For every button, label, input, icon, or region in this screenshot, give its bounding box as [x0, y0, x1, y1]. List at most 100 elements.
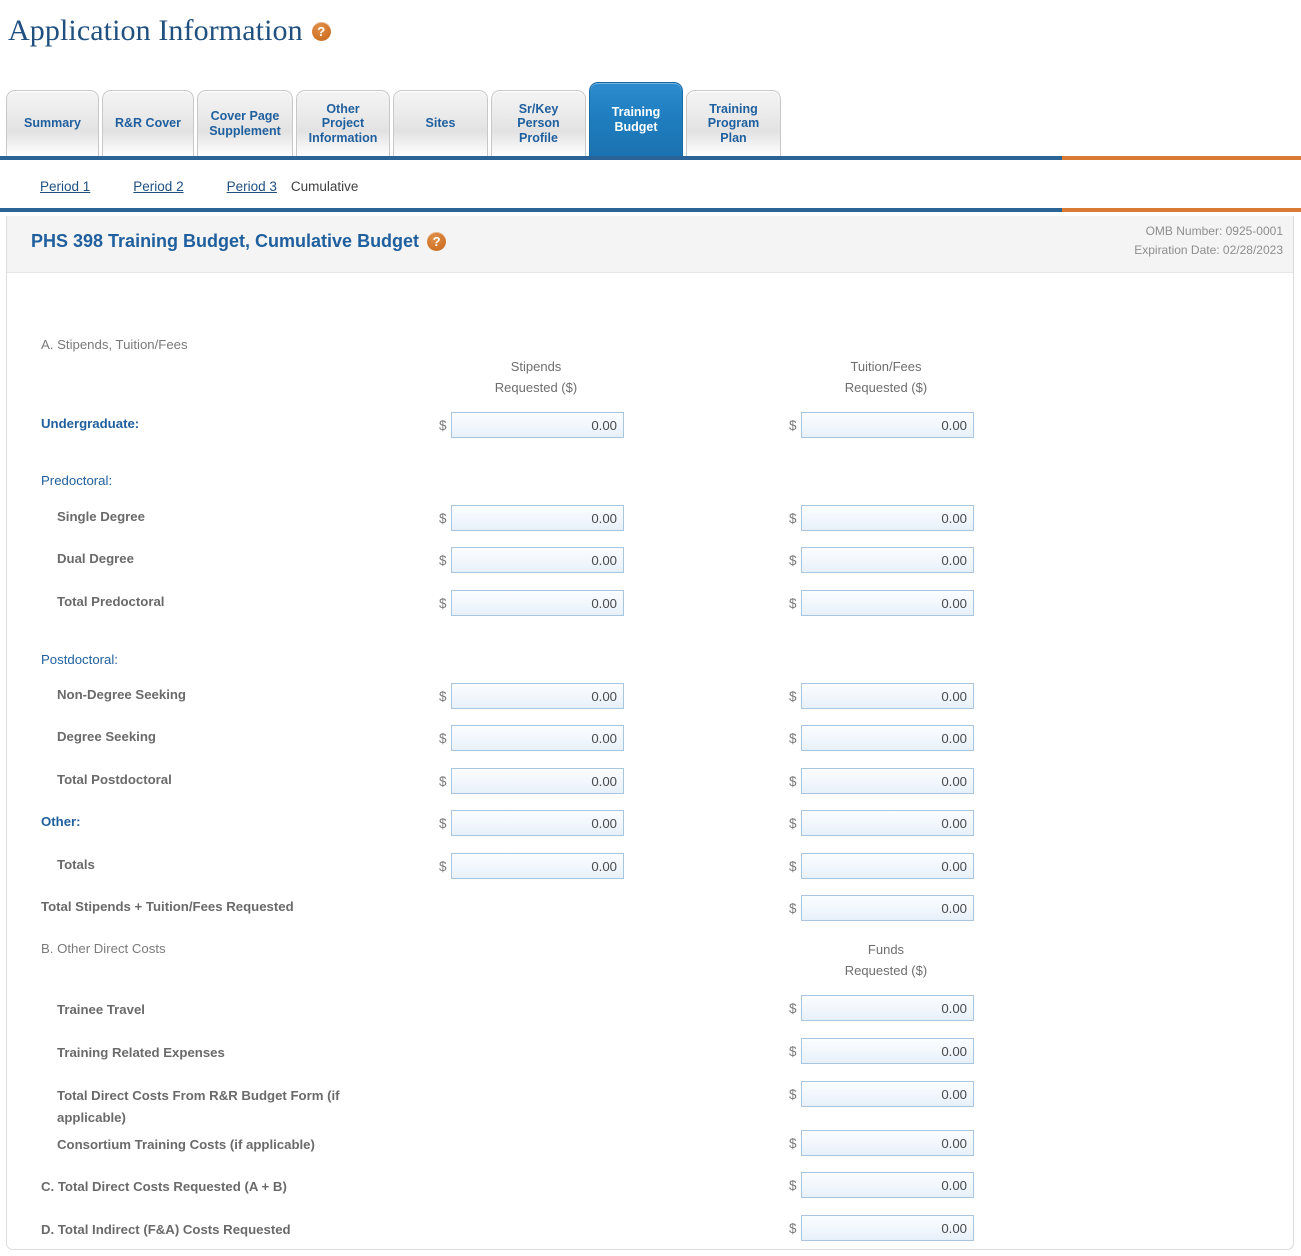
tab-summary[interactable]: Summary [6, 90, 99, 156]
stipends-row-9-field-group: $ [439, 810, 624, 836]
dollar-sign-icon: $ [789, 552, 797, 568]
tab-strip: Summary R&R Cover Cover Page Supplement Oth… [0, 82, 1301, 160]
tuition-row-2-input[interactable] [801, 505, 974, 531]
dollar-sign-icon: $ [789, 1220, 797, 1236]
stipends-row-9-input[interactable] [451, 810, 624, 836]
row-label-b-1: Training Related Expenses [57, 1045, 225, 1060]
stipends-row-6-field-group: $ [439, 683, 624, 709]
period-link-3[interactable]: Period 3 [227, 179, 277, 194]
tab-training-program-plan[interactable]: Training Program Plan [686, 90, 781, 156]
tuition-row-4-field-group: $ [789, 590, 974, 616]
dollar-sign-icon: $ [439, 510, 447, 526]
row-label-b-4: C. Total Direct Costs Requested (A + B) [41, 1179, 287, 1194]
row-label-totals: Totals [57, 857, 95, 872]
tab-training-budget[interactable]: Training Budget [589, 82, 683, 156]
tab-cover-page-supplement[interactable]: Cover Page Supplement [197, 90, 293, 156]
page-title-text: Application Information [8, 14, 303, 47]
omb-info: OMB Number: 0925-0001 Expiration Date: 0… [1134, 222, 1283, 260]
tuition-row-10-input[interactable] [801, 853, 974, 879]
funds-row-0-input[interactable] [801, 995, 974, 1021]
tuition-row-2-field-group: $ [789, 505, 974, 531]
stipends-row-7-field-group: $ [439, 725, 624, 751]
tuition-row-9-field-group: $ [789, 810, 974, 836]
dollar-sign-icon: $ [789, 1000, 797, 1016]
row-label-predoctoral: Predoctoral: [41, 473, 113, 488]
row-label-non-degree-seeking: Non-Degree Seeking [57, 687, 186, 702]
section-b-heading: B. Other Direct Costs [41, 941, 166, 956]
column-header-funds: Funds Requested ($) [844, 942, 928, 978]
stipends-row-3-field-group: $ [439, 547, 624, 573]
tab-label: Sr/Key Person Profile [517, 101, 560, 145]
funds-row-3-field-group: $ [789, 1130, 974, 1156]
tab-other-project-information[interactable]: Other Project Information [296, 90, 390, 156]
tab-label: Summary [24, 116, 81, 131]
column-header-stipends: Stipends Requested ($) [494, 359, 578, 395]
stipends-row-7-input[interactable] [451, 725, 624, 751]
dollar-sign-icon: $ [789, 1177, 797, 1193]
tab-r-r-cover[interactable]: R&R Cover [102, 90, 194, 156]
rule-blue-segment [0, 156, 1062, 160]
tuition-row-0-input[interactable] [801, 412, 974, 438]
funds-row-2-field-group: $ [789, 1081, 974, 1107]
tuition-row-4-input[interactable] [801, 590, 974, 616]
stipends-row-6-input[interactable] [451, 683, 624, 709]
tuition-row-7-field-group: $ [789, 725, 974, 751]
stipends-row-3-input[interactable] [451, 547, 624, 573]
funds-row-5-input[interactable] [801, 1215, 974, 1241]
row-label-b-3: Consortium Training Costs (if applicable… [57, 1137, 315, 1152]
panel-help-circle-icon[interactable]: ? [427, 232, 447, 251]
dollar-sign-icon: $ [789, 730, 797, 746]
dollar-sign-icon: $ [439, 773, 447, 789]
dollar-sign-icon: $ [789, 595, 797, 611]
stipends-row-2-input[interactable] [451, 505, 624, 531]
help-circle-icon[interactable]: ? [311, 21, 331, 41]
stipends-row-8-input[interactable] [451, 768, 624, 794]
period-nav: Period 1 Period 2 Period 3 Cumulative [0, 164, 1301, 208]
omb-expiration-date: Expiration Date: 02/28/2023 [1134, 243, 1283, 257]
dollar-sign-icon: $ [789, 688, 797, 704]
dollar-sign-icon: $ [789, 815, 797, 831]
stipends-row-10-input[interactable] [451, 853, 624, 879]
period-link-2[interactable]: Period 2 [133, 179, 183, 194]
tuition-row-3-input[interactable] [801, 547, 974, 573]
dollar-sign-icon: $ [439, 595, 447, 611]
funds-row-3-input[interactable] [801, 1130, 974, 1156]
rule-orange-segment [1062, 208, 1301, 212]
tuition-row-9-input[interactable] [801, 810, 974, 836]
omb-number: OMB Number: 0925-0001 [1145, 224, 1283, 238]
tuition-row-8-input[interactable] [801, 768, 974, 794]
row-label-other: Other: [41, 814, 81, 829]
row-label-postdoctoral: Postdoctoral: [41, 652, 118, 667]
tuition-row-0-field-group: $ [789, 412, 974, 438]
funds-row-4-field-group: $ [789, 1172, 974, 1198]
tuition-row-6-input[interactable] [801, 683, 974, 709]
budget-panel: PHS 398 Training Budget, Cumulative Budg… [6, 216, 1294, 1250]
dollar-sign-icon: $ [789, 900, 797, 916]
row-label-dual-degree: Dual Degree [57, 551, 134, 566]
stipends-row-4-input[interactable] [451, 590, 624, 616]
tuition-row-3-field-group: $ [789, 547, 974, 573]
funds-row-2-input[interactable] [801, 1081, 974, 1107]
tuition-row-7-input[interactable] [801, 725, 974, 751]
rule-under-period-nav [0, 208, 1301, 212]
funds-row-1-input[interactable] [801, 1038, 974, 1064]
tab-sr-key-person-profile[interactable]: Sr/Key Person Profile [491, 90, 586, 156]
tuition-row-11-input[interactable] [801, 895, 974, 921]
dollar-sign-icon: $ [789, 773, 797, 789]
tab-label: R&R Cover [115, 116, 181, 131]
dollar-sign-icon: $ [789, 1043, 797, 1059]
dollar-sign-icon: $ [789, 417, 797, 433]
row-label-total-stipends-tuition-fees-requested: Total Stipends + Tuition/Fees Requested [41, 899, 294, 914]
stipends-row-0-field-group: $ [439, 412, 624, 438]
stipends-row-0-input[interactable] [451, 412, 624, 438]
dollar-sign-icon: $ [439, 815, 447, 831]
page-title: Application Information ? [8, 14, 331, 48]
funds-row-4-input[interactable] [801, 1172, 974, 1198]
period-current-label: Cumulative [290, 178, 359, 194]
tab-label: Training Budget [611, 105, 661, 134]
rule-blue-segment [0, 208, 1062, 212]
row-label-single-degree: Single Degree [57, 509, 145, 524]
period-link-1[interactable]: Period 1 [40, 179, 90, 194]
tab-sites[interactable]: Sites [393, 90, 488, 156]
tab-label: Cover Page Supplement [209, 109, 281, 138]
